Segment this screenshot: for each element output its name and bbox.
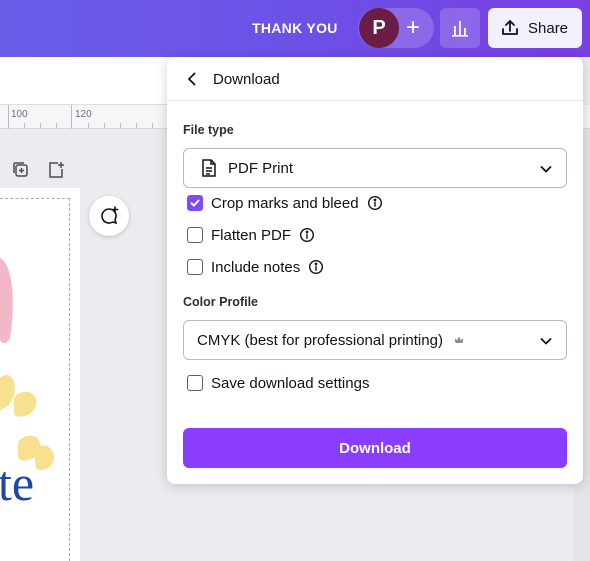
file-type-label: File type <box>183 123 234 137</box>
add-page-icon[interactable] <box>46 160 66 180</box>
ruler-minor-tick <box>120 123 121 128</box>
add-comment-button[interactable] <box>89 196 129 236</box>
ruler-minor-tick <box>56 123 57 128</box>
chevron-left-icon <box>188 72 196 86</box>
insights-button[interactable] <box>440 8 480 48</box>
ruler-minor-tick <box>88 123 89 128</box>
ruler-label: 100 <box>11 109 28 120</box>
page-text[interactable]: te <box>0 458 34 508</box>
panel-title: Download <box>213 71 280 88</box>
crop-marks-checkbox[interactable] <box>187 195 203 211</box>
back-button[interactable] <box>181 68 203 90</box>
info-icon[interactable] <box>367 195 383 211</box>
include-notes-label[interactable]: Include notes <box>211 259 300 276</box>
ruler-label: 120 <box>75 109 92 120</box>
info-icon[interactable] <box>308 259 324 275</box>
flatten-pdf-option[interactable]: Flatten PDF <box>187 225 315 245</box>
save-settings-option[interactable]: Save download settings <box>187 373 369 393</box>
bar-chart-icon <box>452 21 468 37</box>
ruler-minor-tick <box>40 123 41 128</box>
crop-marks-label[interactable]: Crop marks and bleed <box>211 195 359 212</box>
design-title[interactable]: THANK YOU <box>252 20 338 36</box>
add-comment-icon <box>101 206 119 225</box>
chevron-down-icon <box>540 166 552 173</box>
add-collaborator-button[interactable]: + <box>398 10 428 46</box>
ruler-minor-tick <box>104 123 105 128</box>
include-notes-option[interactable]: Include notes <box>187 257 324 277</box>
info-icon[interactable] <box>299 227 315 243</box>
editor-toolbar <box>0 57 170 105</box>
duplicate-page-icon[interactable] <box>11 160 31 180</box>
flatten-pdf-label[interactable]: Flatten PDF <box>211 227 291 244</box>
flatten-pdf-checkbox[interactable] <box>187 227 203 243</box>
file-type-value: PDF Print <box>228 159 294 177</box>
ruler-minor-tick <box>24 123 25 128</box>
chevron-down-icon <box>540 338 552 345</box>
save-settings-label[interactable]: Save download settings <box>211 375 369 392</box>
document-icon <box>202 159 216 177</box>
share-label: Share <box>528 19 569 37</box>
plus-icon: + <box>405 14 420 41</box>
ruler-tick <box>8 105 9 129</box>
top-bar: THANK YOU P + Share <box>0 0 590 57</box>
file-type-select[interactable]: PDF Print <box>183 148 567 188</box>
include-notes-checkbox[interactable] <box>187 259 203 275</box>
save-settings-checkbox[interactable] <box>187 375 203 391</box>
ruler-minor-tick <box>136 123 137 128</box>
checkmark-icon <box>190 199 200 207</box>
crop-marks-option[interactable]: Crop marks and bleed <box>187 193 383 213</box>
color-profile-label: Color Profile <box>183 295 259 309</box>
share-upload-icon <box>502 20 518 35</box>
color-profile-select[interactable]: CMYK (best for professional printing) <box>183 320 567 360</box>
color-profile-value: CMYK (best for professional printing) <box>197 331 443 349</box>
ruler-minor-tick <box>152 123 153 128</box>
ruler-tick <box>71 105 72 129</box>
download-panel: Download File type PDF Print Crop marks … <box>167 57 583 484</box>
share-button[interactable]: Share <box>488 8 582 48</box>
avatar[interactable]: P <box>359 8 399 48</box>
panel-header: Download <box>167 57 583 101</box>
download-button[interactable]: Download <box>183 428 567 468</box>
crown-icon <box>454 336 464 343</box>
